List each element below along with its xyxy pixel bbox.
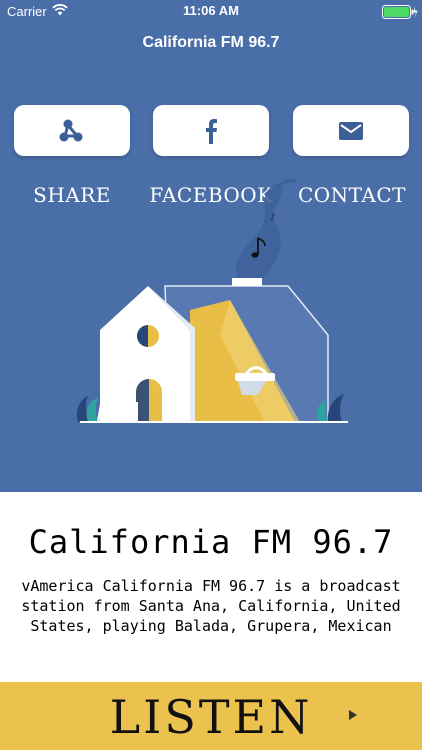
mail-icon [339, 121, 363, 140]
station-description: vAmerica California FM 96.7 is a broadca… [21, 577, 401, 635]
status-bar: Carrier 11:06 AM [0, 0, 422, 24]
battery-icon [382, 5, 418, 23]
play-icon[interactable] [348, 709, 358, 721]
share-icon [59, 119, 83, 141]
listen-button[interactable]: LISTEN [0, 682, 422, 750]
station-title: California FM 96.7 [28, 523, 394, 561]
facebook-icon [206, 118, 217, 144]
nav-title: California FM 96.7 [142, 34, 280, 51]
share-button[interactable] [14, 105, 130, 156]
svg-text:♪: ♪ [270, 213, 276, 223]
contact-button[interactable] [293, 105, 409, 156]
status-time: 11:06 AM [183, 3, 239, 18]
facebook-button[interactable] [153, 105, 269, 156]
listen-label[interactable]: LISTEN [0, 690, 422, 744]
radio-house-illustration: ♪ [76, 178, 348, 423]
